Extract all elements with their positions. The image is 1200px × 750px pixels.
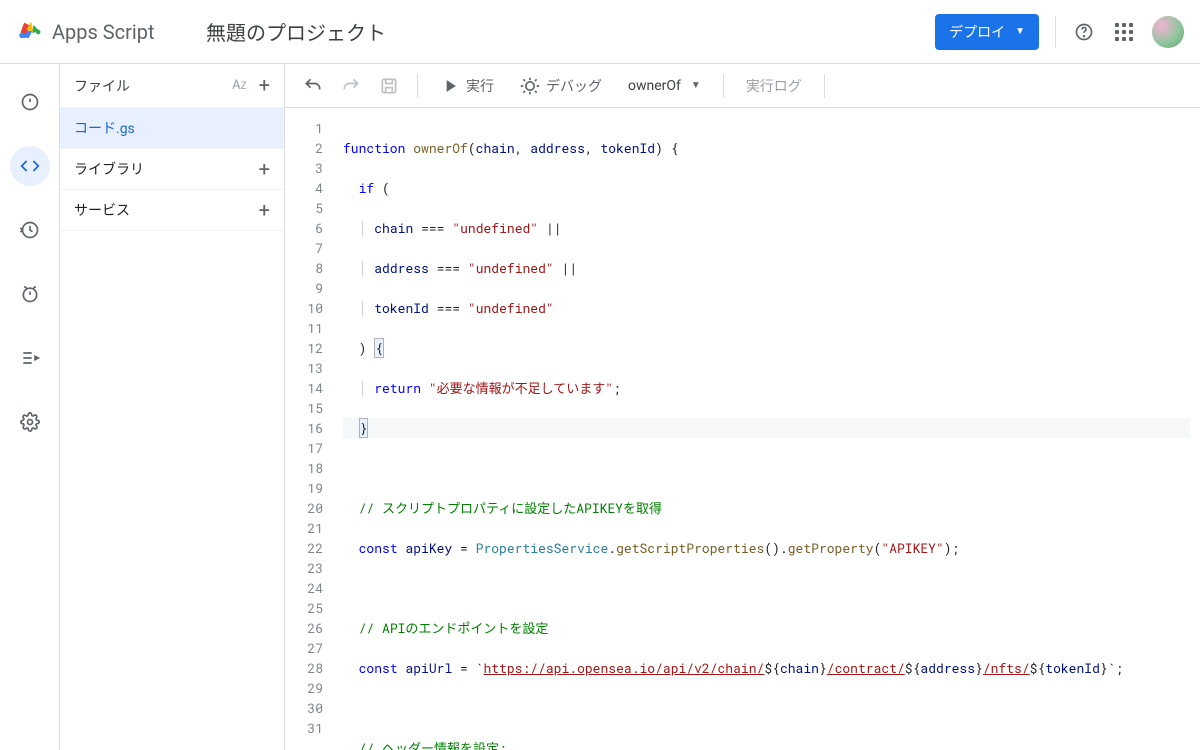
chevron-down-icon: ▼ xyxy=(1015,26,1025,37)
files-panel: ファイル AZ + コード.gs ライブラリ + サービス + xyxy=(60,64,285,750)
separator xyxy=(824,74,825,98)
app-header: Apps Script 無題のプロジェクト デプロイ ▼ xyxy=(0,0,1200,64)
left-rail xyxy=(0,64,60,750)
rail-overview-icon[interactable] xyxy=(10,82,50,122)
divider xyxy=(1055,16,1056,48)
main-area: ファイル AZ + コード.gs ライブラリ + サービス + 実行 xyxy=(0,64,1200,750)
files-header: ファイル AZ + xyxy=(60,64,284,108)
apps-grid-icon[interactable] xyxy=(1112,20,1136,44)
debug-label: デバッグ xyxy=(546,76,602,96)
undo-icon[interactable] xyxy=(297,70,329,102)
help-icon[interactable] xyxy=(1072,20,1096,44)
sort-az-icon[interactable]: AZ xyxy=(232,78,246,93)
function-selector[interactable]: ownerOf ▼ xyxy=(618,72,711,100)
editor-area: 実行 デバッグ ownerOf ▼ 実行ログ 12345678910111213… xyxy=(285,64,1200,750)
add-library-icon[interactable]: + xyxy=(259,162,270,176)
editor-toolbar: 実行 デバッグ ownerOf ▼ 実行ログ xyxy=(285,64,1200,108)
libraries-label: ライブラリ xyxy=(74,159,144,179)
deploy-button[interactable]: デプロイ ▼ xyxy=(935,14,1039,50)
libraries-section[interactable]: ライブラリ + xyxy=(60,149,284,190)
play-icon xyxy=(440,76,460,96)
code-editor[interactable]: 1234567891011121314151617181920212223242… xyxy=(285,108,1200,750)
add-file-icon[interactable]: + xyxy=(259,78,270,93)
code-content[interactable]: function ownerOf(chain, address, tokenId… xyxy=(331,108,1200,750)
add-service-icon[interactable]: + xyxy=(259,203,270,217)
save-icon[interactable] xyxy=(373,70,405,102)
project-title[interactable]: 無題のプロジェクト xyxy=(206,17,935,46)
run-label: 実行 xyxy=(466,76,494,96)
function-selected: ownerOf xyxy=(628,78,681,94)
redo-icon[interactable] xyxy=(335,70,367,102)
separator xyxy=(723,74,724,98)
deploy-label: デプロイ xyxy=(949,22,1005,42)
apps-script-logo-icon xyxy=(16,18,44,46)
user-avatar[interactable] xyxy=(1152,16,1184,48)
logo-section: Apps Script xyxy=(16,18,196,46)
product-name: Apps Script xyxy=(52,20,155,44)
file-item-code-gs[interactable]: コード.gs xyxy=(60,108,284,149)
rail-editor-icon[interactable] xyxy=(10,146,50,186)
rail-settings-icon[interactable] xyxy=(10,402,50,442)
rail-history-icon[interactable] xyxy=(10,210,50,250)
separator xyxy=(417,74,418,98)
run-button[interactable]: 実行 xyxy=(430,70,504,102)
header-actions: デプロイ ▼ xyxy=(935,14,1184,50)
services-section[interactable]: サービス + xyxy=(60,190,284,231)
rail-executions-icon[interactable] xyxy=(10,338,50,378)
debug-button[interactable]: デバッグ xyxy=(510,70,612,102)
rail-triggers-icon[interactable] xyxy=(10,274,50,314)
files-header-label: ファイル xyxy=(74,76,130,96)
execution-log-button[interactable]: 実行ログ xyxy=(736,70,812,102)
bug-icon xyxy=(520,76,540,96)
line-gutter: 1234567891011121314151617181920212223242… xyxy=(285,108,331,750)
log-label: 実行ログ xyxy=(746,76,802,96)
chevron-down-icon: ▼ xyxy=(691,80,701,91)
services-label: サービス xyxy=(74,200,130,220)
